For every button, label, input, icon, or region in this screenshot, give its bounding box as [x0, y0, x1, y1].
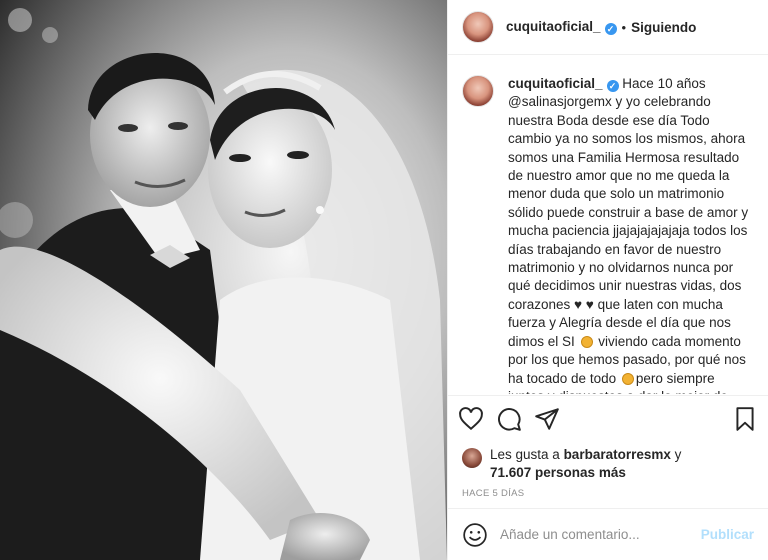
caption-area: cuquitaoficial_ ✓ Hace 10 años @salinasjo…	[448, 56, 768, 394]
post-caption: cuquitaoficial_ ✓ Hace 10 años @salinasjo…	[508, 75, 754, 394]
post-photo[interactable]	[0, 0, 447, 560]
caption-username-text[interactable]: cuquitaoficial_	[508, 76, 603, 91]
likes-text: Les gusta a barbaratorresmx y 71.607 per…	[490, 446, 681, 482]
post-timestamp[interactable]: HACE 5 DÍAS	[462, 488, 524, 499]
liker-username-link[interactable]: barbaratorresmx	[564, 447, 671, 462]
grinning-face-emoji-icon	[621, 372, 634, 385]
liker-avatar[interactable]	[462, 448, 482, 468]
verified-badge-icon: ✓	[606, 80, 619, 92]
caption-author-avatar[interactable]	[462, 75, 494, 107]
verified-badge-icon: ✓	[604, 23, 617, 35]
heart-icon[interactable]	[458, 406, 484, 432]
emoji-icon[interactable]	[462, 522, 488, 548]
author-username-text[interactable]: cuquitaoficial_	[506, 19, 601, 34]
action-bar	[448, 395, 768, 441]
following-button[interactable]: Siguiendo	[631, 20, 696, 35]
likes-count-link[interactable]: 71.607 personas más	[490, 465, 626, 480]
caption-username[interactable]: cuquitaoficial_ ✓	[508, 76, 619, 92]
header-separator: •	[621, 19, 627, 35]
likes-connector: y	[670, 447, 682, 462]
wedding-photo-illustration	[0, 0, 447, 560]
comment-input[interactable]	[500, 527, 701, 542]
share-icon[interactable]	[534, 406, 560, 432]
author-avatar[interactable]	[462, 11, 494, 43]
caption-text-2: y yo celebrando nuestra Boda desde ese d…	[508, 94, 749, 349]
caption-mention-link[interactable]: @salinasjorgemx	[508, 94, 612, 109]
likes-summary: Les gusta a barbaratorresmx y 71.607 per…	[462, 446, 754, 482]
comment-icon[interactable]	[496, 406, 522, 432]
caption-text-1: Hace 10 años	[622, 76, 706, 91]
bookmark-icon[interactable]	[732, 406, 758, 432]
likes-prefix: Les gusta a	[490, 447, 564, 462]
grinning-face-emoji-icon	[580, 335, 593, 348]
post-side-panel: cuquitaoficial_ ✓ • Siguiendo cuquitaofic…	[447, 0, 768, 560]
post-header: cuquitaoficial_ ✓ • Siguiendo	[448, 0, 768, 55]
comment-form: Publicar	[448, 508, 768, 560]
author-username[interactable]: cuquitaoficial_ ✓	[506, 19, 617, 35]
publish-button[interactable]: Publicar	[701, 527, 754, 542]
